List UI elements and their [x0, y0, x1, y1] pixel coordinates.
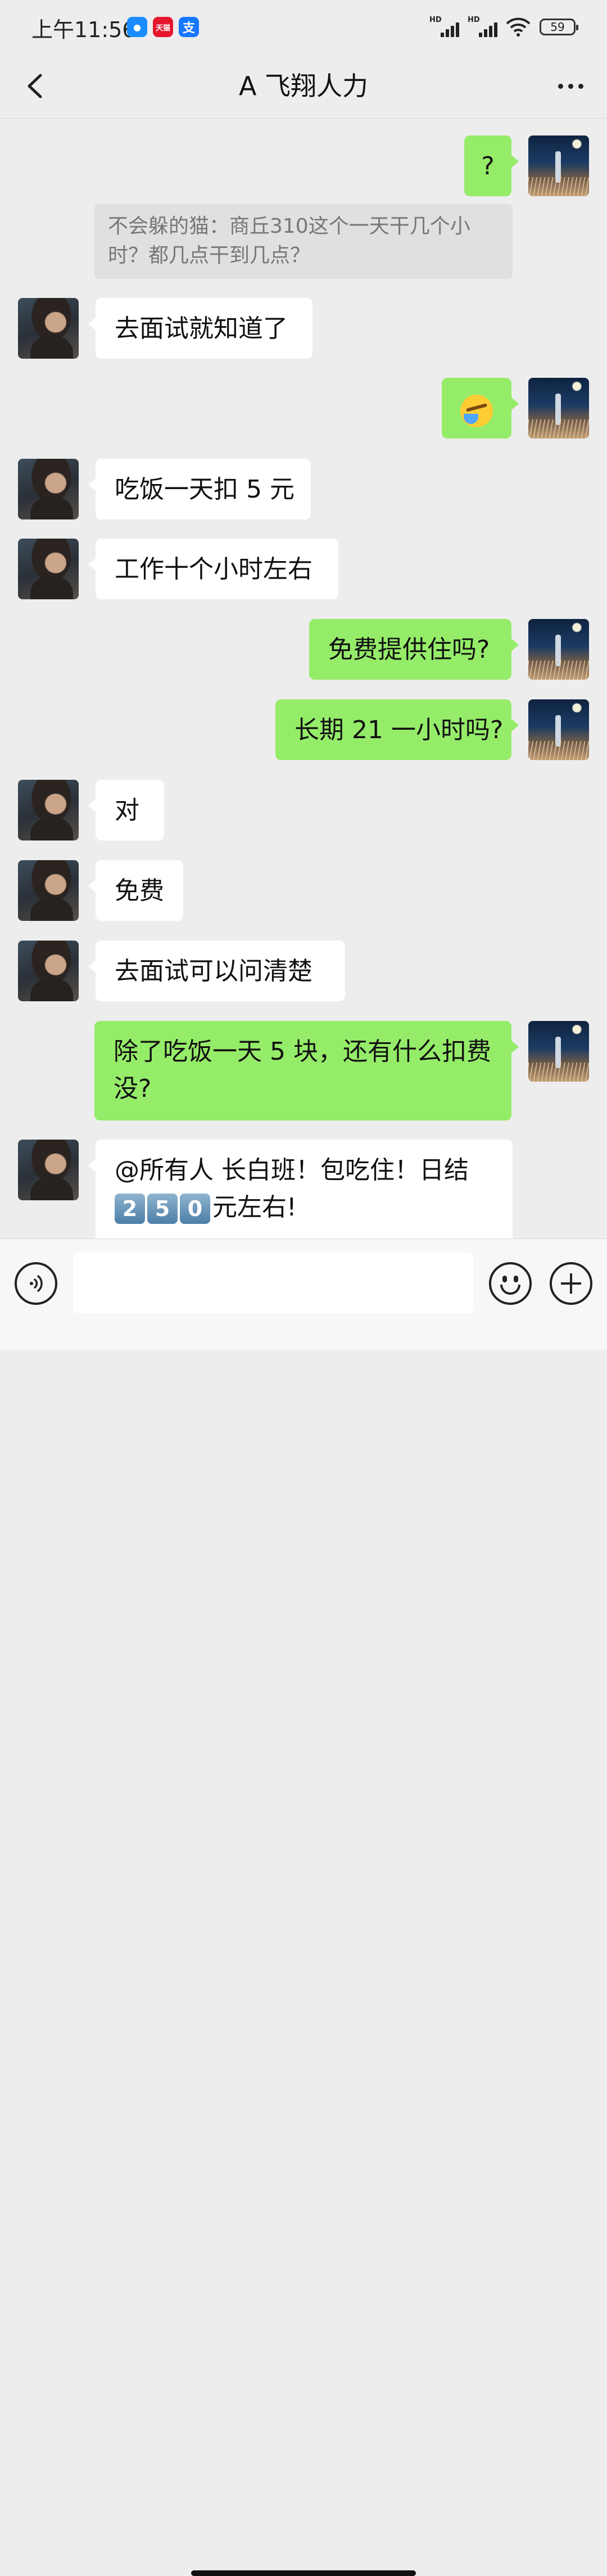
contact-avatar[interactable] — [18, 459, 79, 519]
message-bubble[interactable]: 免费 — [88, 860, 183, 921]
contact-avatar[interactable] — [18, 1140, 79, 1200]
quoted-message[interactable]: 不会躲的猫：商丘310这个一天干几个小时？都几点干到几点？ — [94, 204, 513, 279]
message-bubble[interactable]: 除了吃饭一天 5 块，还有什么扣费没? — [94, 1021, 519, 1120]
message-bubble[interactable]: 去面试可以问清楚 — [88, 941, 345, 1001]
contact-avatar[interactable] — [18, 860, 79, 921]
contact-avatar[interactable] — [18, 298, 79, 359]
status-app-icons: ● 天猫 支 — [127, 17, 199, 37]
message-bubble[interactable]: 长期 21 一小时吗? — [275, 699, 519, 760]
message-input[interactable] — [73, 1253, 473, 1313]
more-options-button[interactable] — [551, 66, 590, 106]
face-with-tears-icon — [460, 395, 493, 427]
wifi-icon — [506, 17, 531, 37]
message-bubble[interactable] — [442, 378, 519, 439]
my-avatar[interactable] — [528, 135, 589, 196]
battery-icon: 59 — [540, 19, 578, 35]
status-bar: 上午11:56 ● 天猫 支 HD HD 59 — [0, 0, 607, 54]
my-avatar[interactable] — [528, 619, 589, 680]
smiley-icon — [500, 1285, 520, 1295]
emoji-button[interactable] — [489, 1262, 532, 1305]
alipay-icon: 支 — [179, 17, 199, 37]
chat-header: A 飞翔人力 — [0, 54, 607, 119]
voice-icon — [30, 1275, 43, 1292]
my-avatar[interactable] — [528, 378, 589, 439]
input-bar — [0, 1239, 607, 2576]
message-line: @所有人 长白班！包吃住！日结 — [115, 1156, 469, 1185]
qq-icon: ● — [127, 17, 147, 37]
contact-avatar[interactable] — [18, 780, 79, 840]
message-line: 2 5 0 元左右! — [115, 1189, 493, 1226]
message-bubble[interactable]: 免费提供住吗? — [309, 619, 519, 680]
status-time: 上午11:56 — [31, 17, 136, 42]
message-bubble[interactable]: 对 — [88, 780, 164, 840]
keycap-digit: 0 — [180, 1194, 210, 1224]
keycap-digit: 5 — [147, 1194, 178, 1224]
message-bubble[interactable]: 吃饭一天扣 5 元 — [88, 459, 311, 519]
my-avatar[interactable] — [528, 699, 589, 760]
message-bubble[interactable]: 去面试就知道了 — [88, 298, 312, 359]
tmall-icon: 天猫 — [153, 17, 173, 37]
message-bubble[interactable]: ? — [464, 135, 519, 196]
contact-avatar[interactable] — [18, 941, 79, 1001]
status-indicators: HD HD 59 — [429, 16, 578, 38]
more-functions-button[interactable] — [550, 1262, 592, 1305]
contact-avatar[interactable] — [18, 539, 79, 599]
signal-icon-2: HD — [468, 16, 497, 38]
home-indicator[interactable] — [191, 2570, 416, 2576]
more-dots-icon — [558, 83, 563, 89]
signal-icon: HD — [429, 16, 459, 38]
keycap-digit: 2 — [115, 1194, 145, 1224]
message-bubble[interactable]: 工作十个小时左右 — [88, 539, 338, 599]
my-avatar[interactable] — [528, 1021, 589, 1082]
message-bubble[interactable]: @所有人 长白班！包吃住！日结 2 5 0 元左右! — [88, 1140, 513, 1239]
voice-button[interactable] — [15, 1262, 57, 1305]
message-tail: 元左右! — [212, 1193, 297, 1222]
chat-title: A 飞翔人力 — [238, 71, 369, 101]
